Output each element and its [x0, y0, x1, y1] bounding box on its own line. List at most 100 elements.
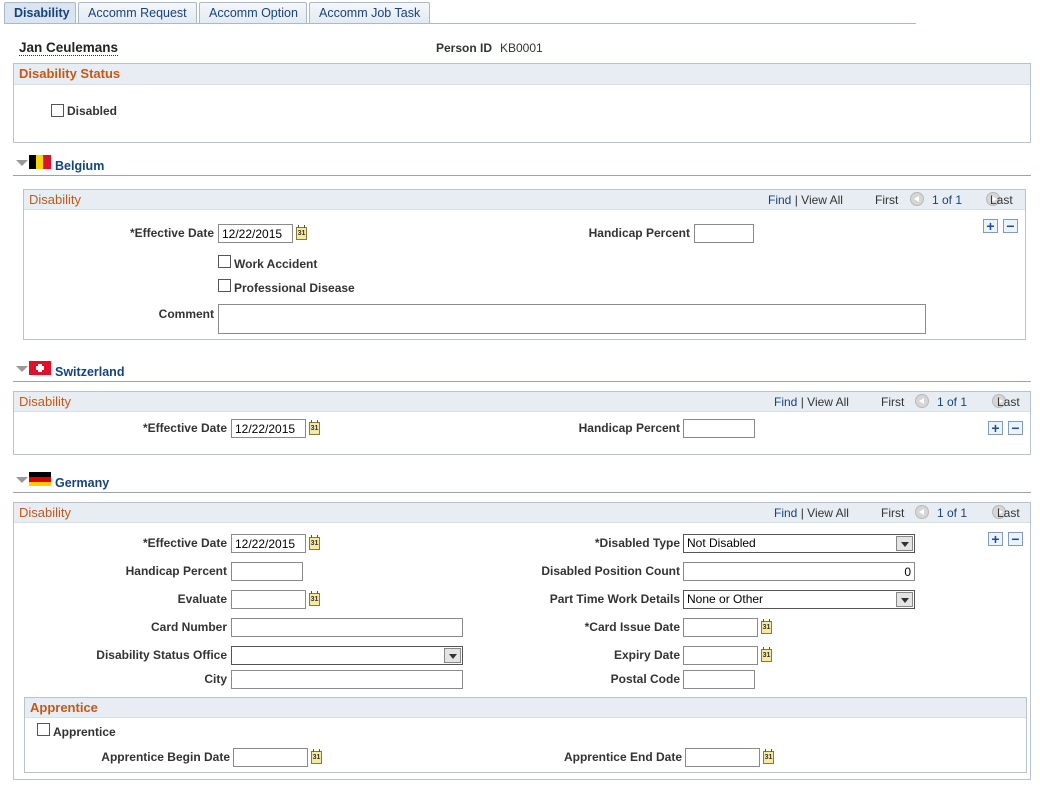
switzerland-flag-icon [29, 361, 51, 375]
switzerland-delete-row-icon[interactable]: − [1008, 421, 1023, 435]
person-name: Jan Ceulemans [19, 40, 119, 56]
city-label: City [204, 672, 227, 686]
germany-delete-row-icon[interactable]: − [1008, 532, 1023, 546]
disability-status-office-label: Disability Status Office [96, 648, 227, 662]
comment-textarea[interactable] [218, 304, 926, 334]
tab-divider [4, 23, 916, 24]
belgium-nav-sep: | [794, 193, 798, 207]
germany-view-all-link[interactable]: View All [807, 506, 849, 520]
expiry-date-input[interactable] [683, 646, 758, 665]
switzerland-prev-arrow-icon[interactable] [915, 394, 929, 408]
belgium-prev-arrow-icon[interactable] [910, 192, 924, 206]
collapse-switzerland-icon[interactable] [16, 366, 28, 372]
germany-effective-date-input[interactable] [231, 534, 306, 553]
disabled-checkbox[interactable] [51, 104, 64, 117]
postal-code-input[interactable] [683, 670, 755, 689]
switzerland-disability-header: Disability Find | View All First 1 of 1 … [14, 392, 1030, 412]
disabled-position-count-input[interactable] [683, 562, 915, 581]
belgium-view-all-link[interactable]: View All [801, 193, 843, 207]
switzerland-disability-title: Disability [19, 394, 72, 409]
evaluate-calendar-icon[interactable]: 31 [309, 591, 320, 606]
work-accident-checkbox[interactable] [218, 255, 231, 268]
belgium-find-link[interactable]: Find [768, 193, 791, 207]
switzerland-add-row-icon[interactable]: + [988, 421, 1003, 435]
disability-status-office-select[interactable] [231, 646, 463, 665]
apprentice-checkbox[interactable] [37, 723, 50, 736]
germany-effective-date-label: *Effective Date [142, 536, 227, 550]
apprentice-title: Apprentice [30, 700, 98, 715]
belgium-effective-date-label: *Effective Date [129, 226, 214, 240]
germany-nav: Find | View All [774, 506, 849, 520]
germany-country-link[interactable]: Germany [55, 476, 109, 490]
tab-accomm-option[interactable]: Accomm Option [199, 2, 307, 24]
belgium-add-row-icon[interactable]: + [983, 219, 998, 233]
apprentice-end-date-label: Apprentice End Date [563, 750, 682, 764]
card-issue-date-input[interactable] [683, 618, 758, 637]
belgium-effective-date-input[interactable] [218, 224, 293, 243]
germany-handicap-percent-input[interactable] [231, 562, 303, 581]
person-id-label: Person ID [436, 41, 493, 55]
apprentice-begin-date-calendar-icon[interactable]: 31 [311, 749, 322, 764]
professional-disease-checkbox[interactable] [218, 279, 231, 292]
disability-status-panel: Disability Status Disabled [13, 63, 1031, 143]
switzerland-handicap-percent-input[interactable] [683, 419, 755, 438]
belgium-count: 1 of 1 [932, 193, 963, 207]
belgium-disability-header: Disability Find | View All First 1 of 1 … [24, 190, 1025, 210]
switzerland-view-all-link[interactable]: View All [807, 395, 849, 409]
germany-find-link[interactable]: Find [774, 506, 797, 520]
disabled-type-dropdown-icon[interactable] [896, 536, 913, 551]
evaluate-label: Evaluate [177, 592, 227, 606]
comment-label: Comment [158, 307, 214, 321]
card-number-input[interactable] [231, 618, 463, 637]
collapse-belgium-icon[interactable] [16, 160, 28, 166]
part-time-work-details-value: None or Other [687, 592, 764, 606]
germany-effective-date-calendar-icon[interactable]: 31 [309, 535, 320, 550]
belgium-country-link[interactable]: Belgium [55, 159, 104, 173]
belgium-last-label: Last [990, 193, 1013, 207]
apprentice-begin-date-input[interactable] [233, 748, 308, 767]
part-time-work-details-select[interactable]: None or Other [683, 590, 915, 609]
apprentice-end-date-calendar-icon[interactable]: 31 [763, 749, 774, 764]
germany-count: 1 of 1 [937, 506, 968, 520]
belgium-divider [13, 175, 1031, 176]
card-issue-date-calendar-icon[interactable]: 31 [761, 619, 772, 634]
germany-prev-arrow-icon[interactable] [915, 505, 929, 519]
germany-first-label: First [881, 506, 905, 520]
evaluate-input[interactable] [231, 590, 306, 609]
postal-code-label: Postal Code [610, 672, 680, 686]
city-input[interactable] [231, 670, 463, 689]
germany-handicap-percent-label: Handicap Percent [125, 564, 227, 578]
belgium-flag-icon [29, 155, 51, 169]
germany-flag-icon [29, 472, 51, 486]
collapse-germany-icon[interactable] [16, 477, 28, 483]
switzerland-effective-date-input[interactable] [231, 419, 306, 438]
apprentice-header: Apprentice [25, 698, 1026, 718]
professional-disease-label: Professional Disease [234, 281, 355, 295]
part-time-dropdown-icon[interactable] [896, 592, 913, 607]
disability-status-office-dropdown-icon[interactable] [444, 648, 461, 663]
belgium-first-label: First [875, 193, 899, 207]
disabled-type-label: *Disabled Type [594, 536, 680, 550]
germany-disability-header: Disability Find | View All First 1 of 1 … [14, 503, 1030, 523]
expiry-date-label: Expiry Date [613, 648, 680, 662]
work-accident-label: Work Accident [234, 257, 318, 271]
switzerland-find-link[interactable]: Find [774, 395, 797, 409]
switzerland-last-label: Last [997, 395, 1020, 409]
switzerland-effective-date-calendar-icon[interactable]: 31 [309, 420, 320, 435]
switzerland-count: 1 of 1 [937, 395, 968, 409]
belgium-delete-row-icon[interactable]: − [1003, 219, 1018, 233]
belgium-handicap-percent-input[interactable] [694, 224, 754, 243]
germany-disability-title: Disability [19, 505, 72, 520]
switzerland-handicap-percent-label: Handicap Percent [578, 421, 680, 435]
tab-accomm-request[interactable]: Accomm Request [78, 2, 197, 24]
belgium-effective-date-calendar-icon[interactable]: 31 [296, 225, 307, 240]
apprentice-end-date-input[interactable] [685, 748, 760, 767]
disabled-type-select[interactable]: Not Disabled [683, 534, 915, 553]
germany-add-row-icon[interactable]: + [988, 532, 1003, 546]
apprentice-checkbox-label: Apprentice [53, 725, 116, 739]
tab-accomm-job-task[interactable]: Accomm Job Task [309, 2, 430, 24]
switzerland-country-link[interactable]: Switzerland [55, 365, 124, 379]
tab-disability[interactable]: Disability [4, 2, 76, 24]
card-number-label: Card Number [150, 620, 227, 634]
expiry-date-calendar-icon[interactable]: 31 [761, 647, 772, 662]
